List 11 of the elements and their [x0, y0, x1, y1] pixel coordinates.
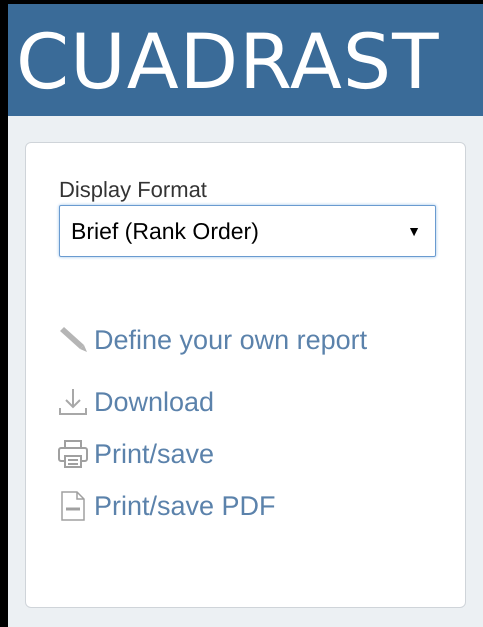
display-format-select[interactable]: Brief (Rank Order) ▼: [59, 205, 436, 257]
select-value: Brief (Rank Order): [71, 216, 259, 246]
action-link[interactable]: Print/save PDF: [94, 485, 276, 527]
dropdown-arrow: ▼: [407, 222, 421, 240]
field-label: Display Format: [59, 179, 208, 201]
printer-icon: [56, 439, 90, 469]
download-icon: [56, 387, 90, 417]
action-link[interactable]: Download: [94, 381, 214, 423]
action-link[interactable]: Print/save: [94, 433, 214, 475]
logo-text: CUADRAST: [16, 24, 440, 100]
action-link[interactable]: Define your own report: [94, 319, 368, 361]
